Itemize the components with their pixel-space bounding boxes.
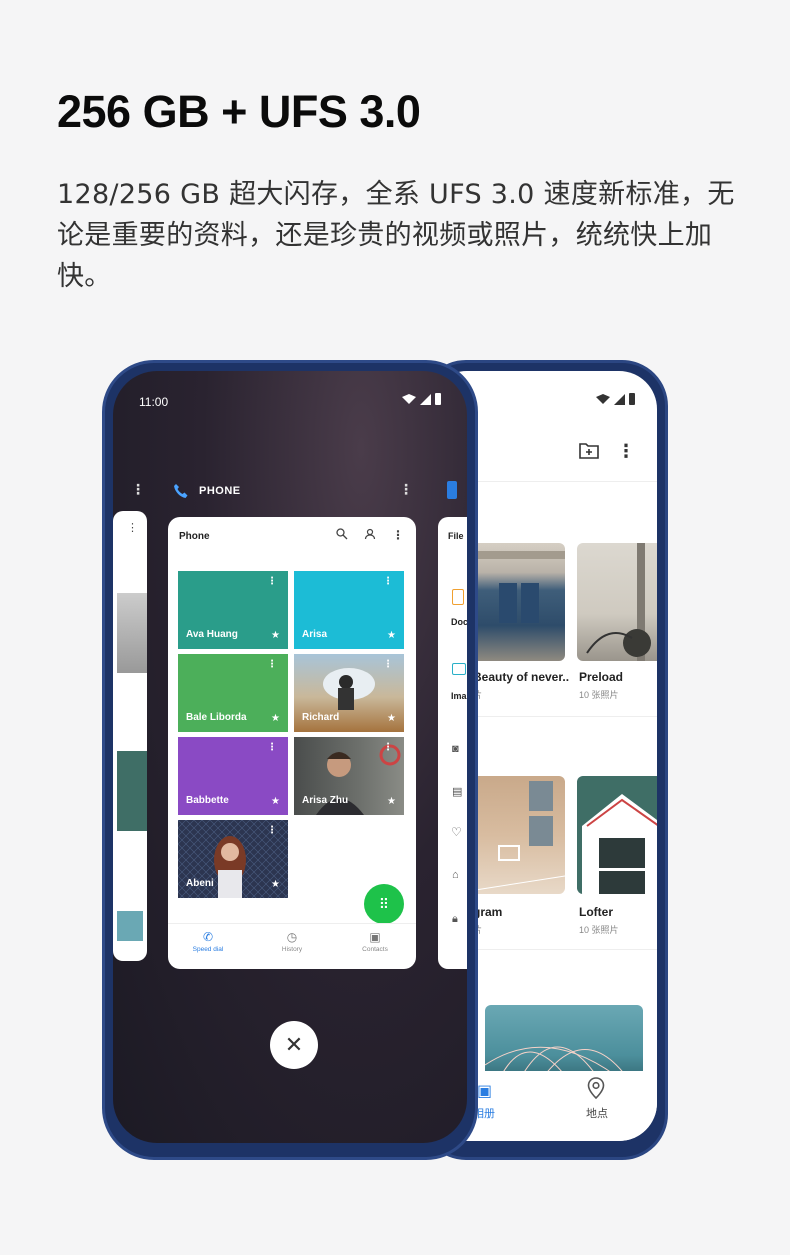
phone-icon: ✆ [202,930,214,944]
status-bar [596,393,635,405]
left-app-menu-icon[interactable]: ⋮ [131,481,145,498]
front-phone: 11:00 ⋮ PHONE ⋮ ⋮ Phone ⋮ ⋮ Ava Huang ★ … [102,360,478,1160]
search-icon[interactable] [336,528,348,543]
album-name: Lofter [579,905,613,919]
nav-speed-dial[interactable]: ✆ Speed dial [178,930,238,953]
add-contact-icon[interactable] [364,528,376,543]
contact-tile[interactable]: ⋮ Babbette ★ [178,737,288,815]
side-card-title: File [448,531,464,541]
star-icon[interactable]: ★ [271,630,280,641]
side-item-label: Doc [451,617,467,627]
contact-name: Abeni [186,878,214,889]
star-icon[interactable]: ★ [387,796,396,807]
dialpad-icon: ⠿ [378,896,390,912]
more-options-icon: ⋮ [127,522,138,534]
nav-history[interactable]: ◷ History [262,930,322,953]
contact-tile[interactable]: ⋮ Arisa Zhu ★ [294,737,404,815]
recent-app-header[interactable]: PHONE [173,483,241,499]
right-app-icon [447,481,457,499]
dialpad-button[interactable]: ⠿ [364,884,404,924]
star-icon[interactable]: ★ [271,713,280,724]
contact-tile[interactable]: ⋮ Arisa ★ [294,571,404,649]
star-icon[interactable]: ★ [387,713,396,724]
contact-name: Arisa [302,629,328,640]
star-icon[interactable]: ★ [271,879,280,890]
tile-menu-icon[interactable]: ⋮ [267,576,277,587]
previous-app-card[interactable]: ⋮ [113,511,147,961]
contact-tile[interactable]: ⋮ Richard ★ [294,654,404,732]
star-icon[interactable]: ★ [387,630,396,641]
album-thumb-1[interactable] [469,543,565,661]
status-time: 11:00 [139,395,169,409]
headline: 256 GB + UFS 3.0 [57,86,421,137]
recent-app-label: PHONE [199,485,241,497]
tile-menu-icon[interactable]: ⋮ [267,825,277,836]
album-count: 10 张照片 [579,925,619,935]
nav-location-label[interactable]: 地点 [586,1105,608,1121]
album-icon[interactable]: ▣ [477,1081,492,1101]
album-thumb-2[interactable] [577,543,657,661]
new-folder-icon[interactable] [579,441,599,464]
status-bar [402,393,441,405]
document-icon [452,589,464,605]
next-app-card[interactable]: File Doc Ima ◙ ▤ ♡ ⌂ 🔒︎ [438,517,467,969]
more-options-icon[interactable]: ⋮ [392,528,404,543]
nav-contacts[interactable]: ▣ Contacts [345,930,405,953]
gallery-toolbar: ⋮ [579,441,635,464]
phone-app-icon [173,483,189,499]
signal-icon [420,393,431,405]
heart-icon: ♡ [451,825,462,839]
star-icon[interactable]: ★ [271,796,280,807]
card-actions: ⋮ [336,528,404,543]
close-all-button[interactable]: ✕ [270,1021,318,1069]
album-name: Beauty of never.. [473,670,570,684]
lock-icon: 🔒︎ [452,913,458,925]
contact-tile[interactable]: ⋮ Ava Huang ★ [178,571,288,649]
close-icon: ✕ [284,1032,304,1057]
contact-tile[interactable]: ⋮ Abeni ★ [178,820,288,898]
clock-icon: ◷ [286,930,298,944]
contact-name: Bale Liborda [186,712,247,723]
storage-icon: ▤ [452,786,463,798]
wifi-icon [596,394,610,404]
preview-image [117,911,143,941]
preview-image [117,751,147,831]
tile-menu-icon[interactable]: ⋮ [383,659,393,670]
nav-label: Contacts [362,946,388,953]
album-name: Preload [579,670,624,684]
android-icon: ◙ [452,743,459,755]
card-bottom-nav: ✆ Speed dial ◷ History ▣ Contacts [168,923,416,969]
tile-menu-icon[interactable]: ⋮ [383,742,393,753]
tile-menu-icon[interactable]: ⋮ [267,659,277,670]
vault-icon: ⌂ [452,869,459,881]
battery-icon [435,393,441,405]
app-menu-icon[interactable]: ⋮ [399,481,413,498]
contact-icon: ▣ [369,930,381,944]
card-title: Phone [179,531,210,542]
battery-icon [629,393,635,405]
contact-name: Arisa Zhu [302,795,349,806]
tile-menu-icon[interactable]: ⋮ [383,576,393,587]
signal-icon [614,393,625,405]
contact-tile[interactable]: ⋮ Bale Liborda ★ [178,654,288,732]
more-options-icon[interactable]: ⋮ [617,441,635,464]
recents-screen: 11:00 ⋮ PHONE ⋮ ⋮ Phone ⋮ ⋮ Ava Huang ★ … [113,371,467,1143]
contact-name: Babbette [186,795,229,806]
album-count: 10 张照片 [579,690,619,700]
contact-name: Ava Huang [186,629,238,640]
location-pin-icon[interactable] [587,1077,605,1104]
tile-menu-icon[interactable]: ⋮ [267,742,277,753]
nav-label: History [281,946,303,953]
album-thumb-3[interactable] [469,776,565,894]
description: 128/256 GB 超大闪存，全系 UFS 3.0 速度新标准，无论是重要的资… [57,179,735,292]
nav-label: Speed dial [192,946,224,953]
wifi-icon [402,394,416,404]
preview-image [117,593,147,673]
image-icon [452,663,466,675]
side-item-label: Ima [451,691,467,701]
phone-app-card[interactable]: Phone ⋮ ⋮ Ava Huang ★ ⋮ Arisa ★ ⋮ Bale L… [168,517,416,969]
contact-name: Richard [302,712,340,723]
album-thumb-4[interactable] [577,776,657,894]
